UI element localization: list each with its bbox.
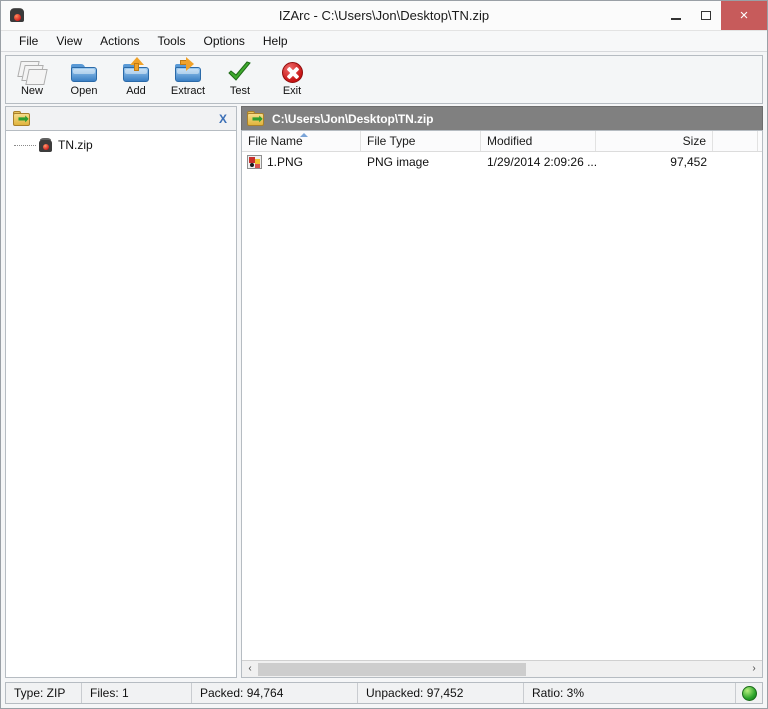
scroll-left-arrow-icon[interactable]: ‹ <box>242 661 258 677</box>
scroll-right-arrow-icon[interactable]: › <box>746 661 762 677</box>
new-button-label: New <box>20 85 43 97</box>
column-header-file-type[interactable]: File Type <box>361 131 481 151</box>
archive-tree-panel: ➟ X TN.zip <box>5 106 237 678</box>
column-header-file-name[interactable]: File Name <box>242 131 361 151</box>
column-header-modified[interactable]: Modified <box>481 131 596 151</box>
file-name-label: 1.PNG <box>267 154 304 169</box>
menu-item-view[interactable]: View <box>47 32 91 51</box>
exit-red-x-icon <box>276 58 308 86</box>
main-content: ➟ X TN.zip ➟ C:\Users\Jon\Desktop\TN.zip… <box>1 106 767 678</box>
open-button[interactable]: Open <box>58 56 110 103</box>
zip-folder-icon: ➟ <box>13 110 31 127</box>
close-icon: × <box>739 7 749 24</box>
extract-archive-icon <box>172 57 204 86</box>
menu-item-help[interactable]: Help <box>254 32 297 51</box>
title-bar: IZArc - C:\Users\Jon\Desktop\TN.zip × <box>1 1 767 31</box>
open-button-label: Open <box>70 85 98 97</box>
status-indicator-cell <box>735 683 762 703</box>
new-document-icon <box>16 58 48 86</box>
cell-file-type: PNG image <box>367 154 430 169</box>
status-packed: Packed: 94,764 <box>192 683 358 703</box>
scrollbar-track[interactable] <box>258 661 746 677</box>
add-to-archive-icon <box>120 57 152 86</box>
table-row[interactable]: 1.PNG PNG image 1/29/2014 2:09:26 ... 97… <box>242 152 762 171</box>
tree-connector <box>14 144 36 147</box>
tree-item-tn-zip[interactable]: TN.zip <box>6 136 236 154</box>
menu-bar: File View Actions Tools Options Help <box>1 31 767 52</box>
status-unpacked: Unpacked: 97,452 <box>358 683 524 703</box>
open-folder-icon <box>68 58 100 86</box>
exit-button-label: Exit <box>282 85 302 97</box>
tree-panel-header: ➟ X <box>5 106 237 130</box>
menu-item-tools[interactable]: Tools <box>149 32 195 51</box>
status-bar: Type: ZIP Files: 1 Packed: 94,764 Unpack… <box>5 682 763 704</box>
cell-modified: 1/29/2014 2:09:26 ... <box>487 154 596 169</box>
status-ratio: Ratio: 3% <box>532 686 585 700</box>
minimize-button[interactable] <box>661 1 691 30</box>
menu-item-options[interactable]: Options <box>195 32 254 51</box>
cell-file-name: 1.PNG <box>242 154 361 169</box>
toolbar: New Open Add Extract Test Exit <box>5 55 763 104</box>
file-list-header: ➟ C:\Users\Jon\Desktop\TN.zip <box>241 106 763 130</box>
window-controls: × <box>661 1 767 30</box>
test-checkmark-icon <box>224 58 256 86</box>
column-header-size[interactable]: Size <box>596 131 713 151</box>
scrollbar-thumb[interactable] <box>258 662 527 676</box>
cell-size: 97,452 <box>670 154 707 169</box>
add-button[interactable]: Add <box>110 56 162 103</box>
archive-path-label: C:\Users\Jon\Desktop\TN.zip <box>272 111 434 126</box>
test-button[interactable]: Test <box>214 56 266 103</box>
close-button[interactable]: × <box>721 1 767 30</box>
tree-panel-body: TN.zip <box>5 130 237 678</box>
png-image-file-icon <box>247 154 262 169</box>
file-list-body: File Name File Type Modified Size 1.PNG … <box>241 130 763 678</box>
new-button[interactable]: New <box>6 56 58 103</box>
tree-item-label: TN.zip <box>58 138 93 152</box>
column-header-filler[interactable] <box>713 131 758 151</box>
add-button-label: Add <box>126 85 146 97</box>
izarc-archive-icon <box>9 7 25 24</box>
extract-button-label: Extract <box>170 85 206 97</box>
extract-button[interactable]: Extract <box>162 56 214 103</box>
sort-ascending-icon <box>300 133 308 137</box>
toolbar-container: New Open Add Extract Test Exit <box>1 52 767 106</box>
menu-item-file[interactable]: File <box>10 32 47 51</box>
file-list-column-headers: File Name File Type Modified Size <box>242 131 762 152</box>
maximize-button[interactable] <box>691 1 721 30</box>
window-title: IZArc - C:\Users\Jon\Desktop\TN.zip <box>278 8 490 23</box>
menu-item-actions[interactable]: Actions <box>91 32 148 51</box>
tree-panel-close-button[interactable]: X <box>216 112 230 126</box>
zip-folder-icon: ➟ <box>247 110 265 127</box>
status-type: Type: ZIP <box>6 683 82 703</box>
green-status-led <box>741 685 757 701</box>
test-button-label: Test <box>229 85 251 97</box>
status-files: Files: 1 <box>82 683 192 703</box>
izarc-window: IZArc - C:\Users\Jon\Desktop\TN.zip × Fi… <box>0 0 768 709</box>
file-list-rows: 1.PNG PNG image 1/29/2014 2:09:26 ... 97… <box>242 152 762 660</box>
exit-button[interactable]: Exit <box>266 56 318 103</box>
horizontal-scrollbar[interactable]: ‹ › <box>242 660 762 677</box>
file-list-panel: ➟ C:\Users\Jon\Desktop\TN.zip File Name … <box>241 106 763 678</box>
zip-archive-icon <box>38 137 54 153</box>
